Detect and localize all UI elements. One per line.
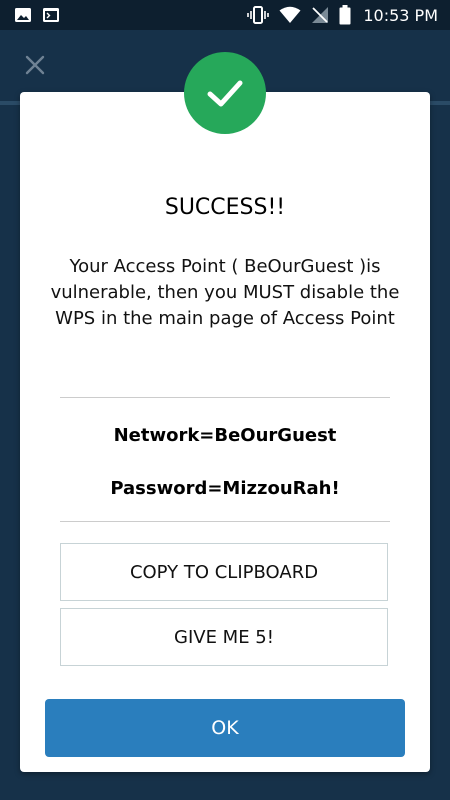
image-icon — [15, 8, 31, 22]
success-badge — [184, 52, 266, 134]
success-dialog: SUCCESS!! Your Access Point ( BeOurGuest… — [20, 92, 430, 772]
no-signal-icon — [312, 7, 329, 23]
copy-to-clipboard-button[interactable]: COPY TO CLIPBOARD — [60, 543, 388, 601]
vibrate-icon — [247, 6, 270, 24]
status-time: 10:53 PM — [363, 5, 438, 25]
terminal-icon — [43, 8, 59, 22]
status-left-icons — [14, 6, 60, 24]
dialog-message: Your Access Point ( BeOurGuest )is vulne… — [50, 256, 400, 329]
divider — [60, 521, 390, 522]
dialog-title: SUCCESS!! — [164, 195, 286, 220]
checkmark-icon — [207, 80, 243, 107]
password-label: Password=MizzouRah! — [110, 478, 340, 499]
ok-button[interactable]: OK — [45, 699, 405, 757]
divider — [60, 397, 390, 398]
close-icon[interactable] — [22, 52, 48, 78]
battery-icon — [339, 5, 351, 25]
wifi-icon — [279, 6, 301, 23]
network-label: Network=BeOurGuest — [113, 425, 337, 446]
status-right-icons: 10:53 PM — [247, 4, 438, 26]
status-bar: 10:53 PM — [0, 0, 450, 30]
give-me-5-button[interactable]: GIVE ME 5! — [60, 608, 388, 666]
